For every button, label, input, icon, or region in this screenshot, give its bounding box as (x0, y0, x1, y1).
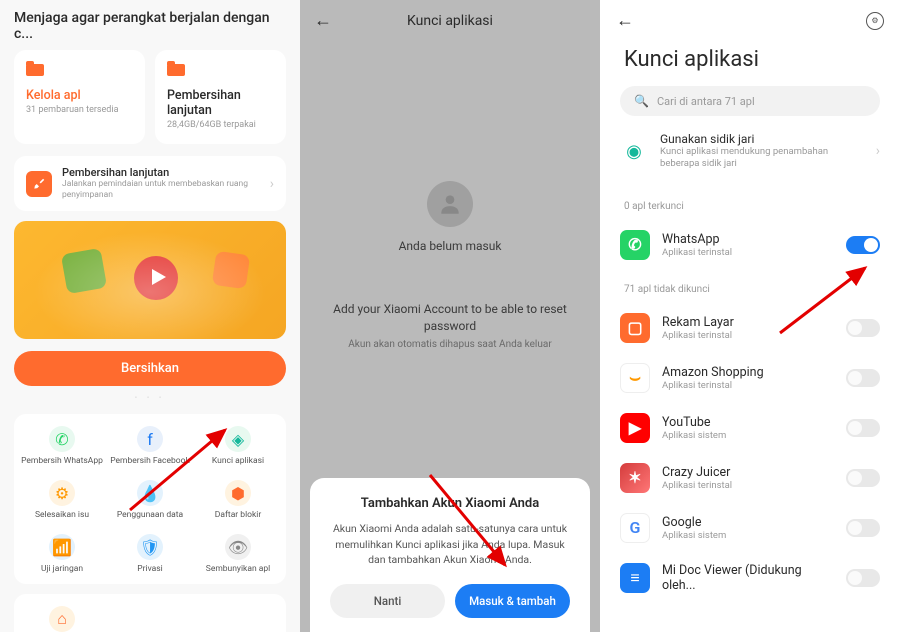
card1-title: Kelola apl (26, 88, 133, 103)
panel2-title: Kunci aplikasi (314, 13, 586, 29)
card1-sub: 31 pembaruan tersedia (26, 105, 133, 115)
folder-icon (167, 64, 185, 76)
tool-resolve-issues[interactable]: ⚙Selesaikan isu (18, 480, 106, 520)
fingerprint-row[interactable]: ◉ Gunakan sidik jari Kunci aplikasi mend… (600, 116, 900, 187)
tools-grid-2: ⌂Peringatan gempa (14, 594, 286, 632)
app-row-screen-recorder: ▢ Rekam LayarAplikasi terinstal (600, 303, 900, 353)
app-row-crazy-juicer: ✶ Crazy JuicerAplikasi terinstal (600, 453, 900, 503)
deep-clean-card[interactable]: Pembersihan lanjutan 28,4GB/64GB terpaka… (155, 50, 286, 144)
midoc-app-icon: ≡ (620, 563, 650, 593)
banner-sub: Jalankan pemindaian untuk membebaskan ru… (62, 179, 260, 201)
toggle-juicer[interactable] (846, 469, 880, 487)
toggle-amazon[interactable] (846, 369, 880, 387)
tool-blocklist[interactable]: ⬢Daftar blokir (194, 480, 282, 520)
chevron-right-icon: › (270, 176, 274, 192)
wrench-icon: ⚙ (49, 480, 75, 506)
add-account-modal: Tambahkan Akun Xiaomi Anda Akun Xiaomi A… (310, 478, 590, 632)
banner-title: Pembersihan lanjutan (62, 166, 260, 179)
tool-network-test[interactable]: 📶Uji jaringan (18, 534, 106, 574)
amazon-app-icon: ⌣ (620, 363, 650, 393)
app-row-youtube: ▶ YouTubeAplikasi sistem (600, 403, 900, 453)
whatsapp-app-icon: ✆ (620, 230, 650, 260)
tool-facebook-cleaner[interactable]: fPembersih Facebook (106, 426, 194, 466)
panel2-header: ← Kunci aplikasi (300, 0, 600, 41)
fingerprint-icon: ◉ (620, 137, 648, 165)
gear-icon[interactable]: ⚙ (866, 12, 884, 30)
clean-banner[interactable]: Pembersihan lanjutan Jalankan pemindaian… (14, 156, 286, 211)
add-account-text: Add your Xiaomi Account to be able to re… (330, 301, 570, 335)
toggle-midoc[interactable] (846, 569, 880, 587)
tool-whatsapp-cleaner[interactable]: ✆Pembersih WhatsApp (18, 426, 106, 466)
panel3-title: Kunci aplikasi (600, 41, 900, 86)
shield-icon: ◈ (225, 426, 251, 452)
search-placeholder: Cari di antara 71 apl (657, 95, 755, 108)
toggle-youtube[interactable] (846, 419, 880, 437)
avatar-placeholder (427, 181, 473, 227)
privacy-icon: 🛡 (137, 534, 163, 560)
tool-earthquake[interactable]: ⌂Peringatan gempa (18, 606, 106, 632)
chevron-right-icon: › (876, 143, 880, 159)
tool-hide-apps[interactable]: 👁Sembunyikan apl (194, 534, 282, 574)
toggle-recorder[interactable] (846, 319, 880, 337)
search-icon: 🔍 (634, 94, 649, 108)
page-dots: • • • (0, 386, 300, 410)
juicer-app-icon: ✶ (620, 463, 650, 493)
panel1-header: Menjaga agar perangkat berjalan dengan c… (0, 0, 300, 50)
manage-apps-card[interactable]: Kelola apl 31 pembaruan tersedia (14, 50, 145, 144)
recorder-app-icon: ▢ (620, 313, 650, 343)
search-input[interactable]: 🔍 Cari di antara 71 apl (620, 86, 880, 116)
facebook-icon: f (137, 426, 163, 452)
toggle-google[interactable] (846, 519, 880, 537)
tool-privacy[interactable]: 🛡Privasi (106, 534, 194, 574)
whatsapp-icon: ✆ (49, 426, 75, 452)
google-app-icon: G (620, 513, 650, 543)
folder-icon (26, 64, 44, 76)
earthquake-icon: ⌂ (49, 606, 75, 632)
youtube-app-icon: ▶ (620, 413, 650, 443)
top-cards: Kelola apl 31 pembaruan tersedia Pembers… (0, 50, 300, 144)
tool-data-usage[interactable]: 💧Penggunaan data (106, 480, 194, 520)
card2-title: Pembersihan lanjutan (167, 88, 274, 118)
broom-icon (26, 171, 52, 197)
locked-section-label: 0 apl terkunci (600, 187, 900, 220)
account-panel: ← Kunci aplikasi Anda belum masuk Add yo… (300, 0, 600, 632)
later-button[interactable]: Nanti (330, 584, 445, 618)
app-row-whatsapp: ✆ WhatsAppAplikasi terinstal (600, 220, 900, 270)
unlocked-section-label: 71 apl tidak dikunci (600, 270, 900, 303)
back-button[interactable]: ← (616, 10, 634, 31)
drop-icon: 💧 (137, 480, 163, 506)
fingerprint-title: Gunakan sidik jari (660, 132, 864, 146)
app-row-google: G GoogleAplikasi sistem (600, 503, 900, 553)
security-panel: Menjaga agar perangkat berjalan dengan c… (0, 0, 300, 632)
panel3-header: ← ⚙ (600, 0, 900, 41)
app-row-amazon: ⌣ Amazon ShoppingAplikasi terinstal (600, 353, 900, 403)
fingerprint-sub: Kunci aplikasi mendukung penambahan bebe… (660, 146, 864, 171)
eye-off-icon: 👁 (225, 534, 251, 560)
promo-image (14, 221, 286, 339)
toggle-whatsapp[interactable] (846, 236, 880, 254)
block-icon: ⬢ (225, 480, 251, 506)
modal-title: Tambahkan Akun Xiaomi Anda (330, 496, 570, 511)
card2-sub: 28,4GB/64GB terpakai (167, 120, 274, 130)
clean-button[interactable]: Bersihkan (14, 351, 286, 386)
signin-status: Anda belum masuk (300, 239, 600, 253)
tool-app-lock[interactable]: ◈Kunci aplikasi (194, 426, 282, 466)
login-button[interactable]: Masuk & tambah (455, 584, 570, 618)
auto-delete-text: Akun akan otomatis dihapus saat Anda kel… (300, 339, 600, 350)
modal-body: Akun Xiaomi Anda adalah satu-satunya car… (330, 521, 570, 568)
tools-grid: ✆Pembersih WhatsApp fPembersih Facebook … (14, 414, 286, 584)
app-row-midoc: ≡ Mi Doc Viewer (Didukung oleh... (600, 553, 900, 603)
wifi-icon: 📶 (49, 534, 75, 560)
applock-panel: ← ⚙ Kunci aplikasi 🔍 Cari di antara 71 a… (600, 0, 900, 632)
